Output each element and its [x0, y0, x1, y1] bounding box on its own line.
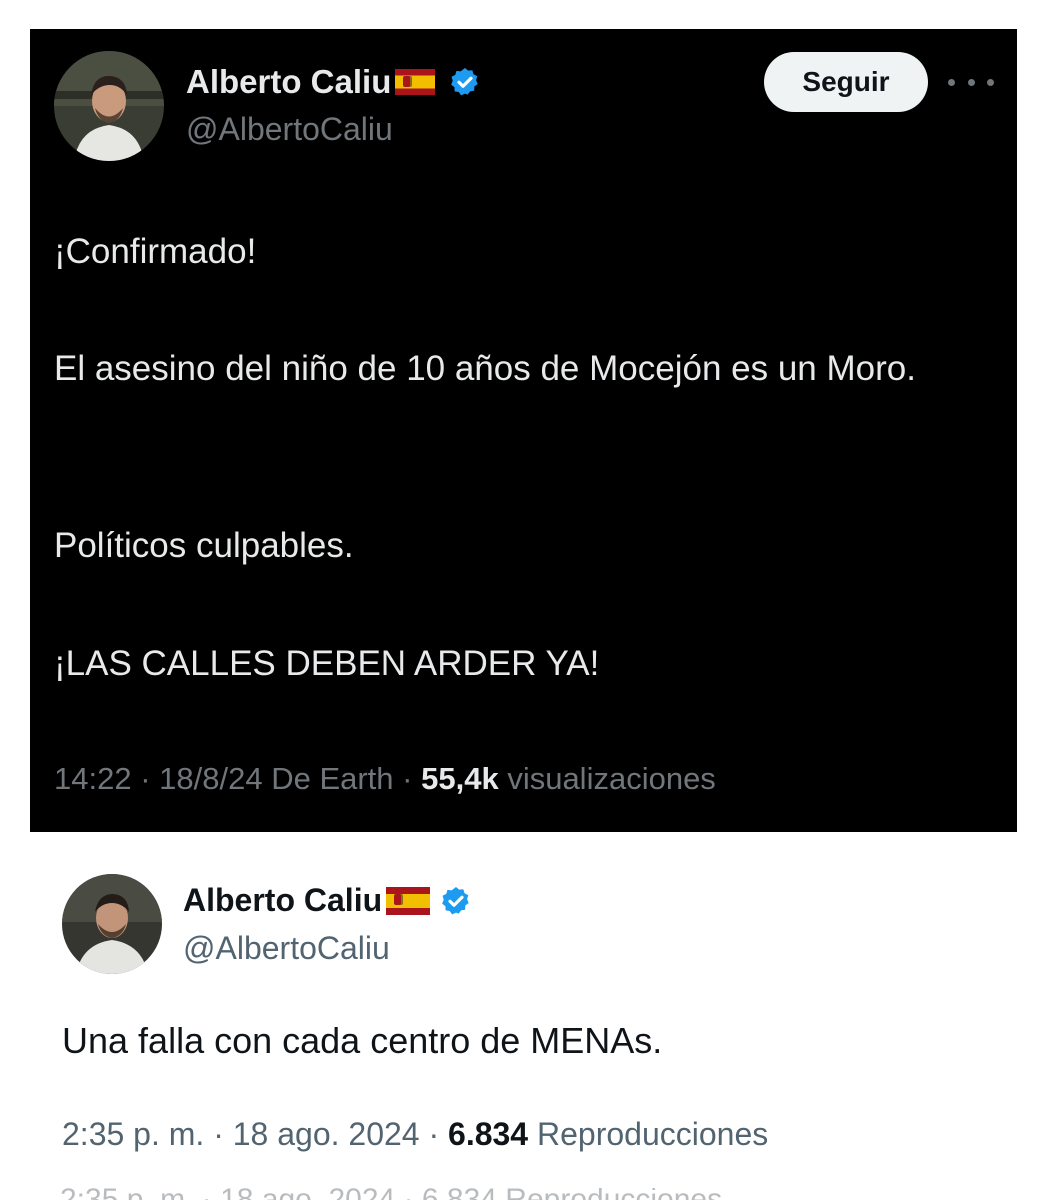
tweet-text-line: ¡LAS CALLES DEBEN ARDER YA! — [54, 644, 600, 683]
verified-badge-icon — [440, 885, 472, 917]
handle[interactable]: @AlbertoCaliu — [183, 930, 390, 967]
tweet-time[interactable]: 2:35 p. m. — [62, 1116, 204, 1152]
tweet-meta: 2:35 p. m. · 18 ago. 2024 · 6.834 Reprod… — [62, 1116, 769, 1152]
verified-badge-icon — [449, 66, 481, 98]
display-name-text: Alberto Caliu — [186, 63, 392, 100]
display-name-text: Alberto Caliu — [183, 882, 383, 918]
spain-flag-icon — [386, 886, 431, 915]
view-label: visualizaciones — [507, 761, 716, 796]
tweet-source: De Earth — [271, 761, 394, 796]
tweet-time[interactable]: 14:22 — [54, 761, 132, 796]
tweet-text-line: ¡Confirmado! — [54, 232, 257, 271]
tweet-text-line: El asesino del niño de 10 años de Mocejó… — [54, 349, 916, 388]
follow-button[interactable]: Seguir — [764, 52, 928, 112]
handle[interactable]: @AlbertoCaliu — [186, 111, 393, 148]
view-count: 55,4k — [421, 761, 499, 796]
tweet-text-line: Políticos culpables. — [54, 526, 354, 565]
display-name[interactable]: Alberto Caliu — [183, 882, 472, 919]
tweet-date[interactable]: 18 ago. 2024 — [233, 1116, 420, 1152]
tweet-light: Alberto Caliu @AlbertoCaliu Una falla co… — [20, 846, 1020, 1176]
avatar[interactable] — [62, 874, 162, 974]
tweet-meta: 14:22 · 18/8/24 De Earth · 55,4k visuali… — [54, 761, 716, 796]
view-label: Reproducciones — [536, 1116, 769, 1152]
tweet-dark: Alberto Caliu @AlbertoCaliu Seguir ¡Conf… — [30, 29, 1017, 832]
more-options-icon[interactable] — [948, 67, 994, 97]
tweet-date[interactable]: 18/8/24 — [159, 761, 262, 796]
spain-flag-icon — [395, 69, 436, 95]
avatar[interactable] — [54, 51, 164, 161]
partial-meta-line: 2:35 p. m. · 18 ago. 2024 · 6.834 Reprod… — [60, 1188, 900, 1200]
view-count: 6.834 — [448, 1116, 529, 1152]
tweet-text: Una falla con cada centro de MENAs. — [62, 1020, 663, 1061]
display-name[interactable]: Alberto Caliu — [186, 63, 481, 101]
